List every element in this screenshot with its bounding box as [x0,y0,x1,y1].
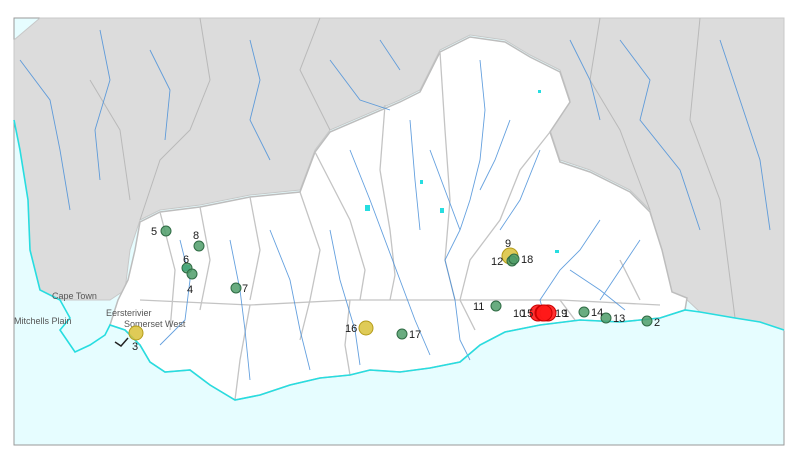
site-marker-label-17: 17 [409,329,421,341]
site-marker-label-11: 11 [473,301,484,313]
site-marker-label-7: 7 [242,283,248,295]
site-marker-3[interactable] [128,325,144,341]
site-marker-18[interactable] [508,253,520,265]
site-marker-label-4: 4 [187,284,193,296]
site-marker-17[interactable] [396,328,408,340]
site-marker-11[interactable] [490,300,502,312]
site-marker-16[interactable] [358,320,374,336]
site-marker-label-15: 15 [521,308,533,320]
place-label-mitchells-plain: Mitchells Plain [14,316,72,326]
site-marker-label-6: 6 [183,254,189,266]
catchment-map: Cape Town Mitchells Plain Eersterivier S… [13,17,785,446]
site-marker-4[interactable] [186,268,198,280]
place-label-eersterivier: Eersterivier [106,308,152,318]
site-marker-label-16: 16 [345,323,357,335]
site-marker-label-14: 14 [591,307,603,319]
place-label-cape-town: Cape Town [52,291,97,301]
site-marker-label-12: 12 [491,256,503,268]
site-marker-label-2: 2 [654,317,660,329]
site-marker-label-8: 8 [193,230,199,242]
site-marker-5[interactable] [160,225,172,237]
site-marker-19[interactable] [535,304,553,322]
site-marker-label-3: 3 [132,341,138,353]
site-marker-label-5: 5 [151,226,157,238]
site-marker-8[interactable] [193,240,205,252]
site-marker-label-9: 9 [505,238,511,250]
site-marker-14[interactable] [578,306,590,318]
site-marker-label-13: 13 [613,313,625,325]
site-marker-label-18: 18 [521,254,533,266]
site-marker-7[interactable] [230,282,242,294]
site-marker-2[interactable] [641,315,653,327]
site-marker-label-19: 19 [555,308,567,320]
